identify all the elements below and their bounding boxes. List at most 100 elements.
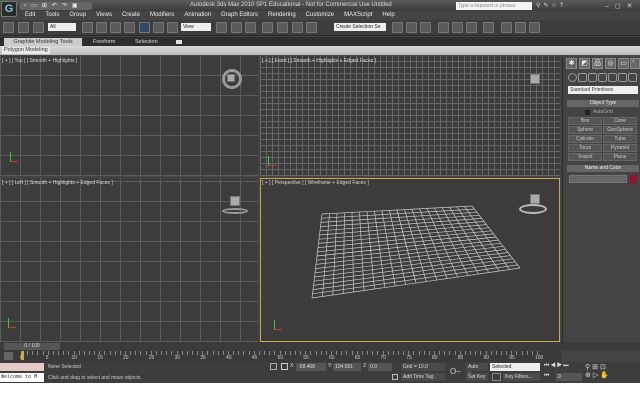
time-slider[interactable]: 0 / 100 <box>4 343 60 350</box>
time-slider-track[interactable] <box>0 342 640 351</box>
tab-graphite-modeling-tools[interactable]: Graphite Modeling Tools <box>4 38 82 46</box>
viewcube-icon[interactable] <box>530 194 540 204</box>
graphite-toggle-icon[interactable] <box>438 22 449 33</box>
create-pyramid-button[interactable]: Pyramid <box>603 144 637 152</box>
viewport-top[interactable]: [ + ] [ Top ] [ Smooth + Highlights ] <box>0 56 258 176</box>
helpers-icon[interactable] <box>608 73 617 82</box>
viewport-navigation-controls[interactable]: ⚲⊞⊡⊕▷✋ <box>585 363 611 379</box>
reference-coordinate-dropdown[interactable]: View <box>181 23 211 31</box>
new-icon[interactable]: ▫ <box>24 2 26 10</box>
menu-tools[interactable]: Tools <box>40 11 64 20</box>
create-sphere-button[interactable]: Sphere <box>568 126 602 134</box>
display-tab-icon[interactable]: ▭ <box>618 58 629 69</box>
x-coordinate-field[interactable]: -58.468 <box>296 363 326 371</box>
rectangular-selection-icon[interactable] <box>110 22 121 33</box>
search-input[interactable]: Type a keyword or phrase <box>456 2 532 10</box>
render-teapot-icon[interactable] <box>529 22 540 33</box>
create-cylinder-button[interactable]: Cylinder <box>568 135 602 143</box>
create-geosphere-button[interactable]: GeoSphere <box>603 126 637 134</box>
lock-selection-icon[interactable] <box>270 363 277 370</box>
y-coordinate-field[interactable]: 104.691 <box>333 363 361 371</box>
viewport-front[interactable]: [ + ] [ Front ] [ Smooth + Highlights + … <box>260 56 560 176</box>
menu-customize[interactable]: Customize <box>301 11 339 20</box>
window-crossing-icon[interactable] <box>124 22 135 33</box>
systems-icon[interactable] <box>628 73 637 82</box>
open-mini-curve-editor-icon[interactable] <box>4 352 13 360</box>
align-icon[interactable] <box>406 22 417 33</box>
utilities-tab-icon[interactable]: 🔨 <box>630 58 640 69</box>
z-coordinate-field[interactable]: 0.0 <box>368 363 392 371</box>
menu-maxscript[interactable]: MAXScript <box>339 11 377 20</box>
set-key-icon[interactable] <box>492 373 501 381</box>
viewcube-icon[interactable] <box>230 196 240 206</box>
select-object-icon[interactable] <box>82 22 93 33</box>
key-mode-toggle-icon[interactable]: ⏮ <box>544 373 549 380</box>
select-by-name-icon[interactable] <box>96 22 107 33</box>
project-icon[interactable]: ▣ <box>72 2 78 10</box>
motion-tab-icon[interactable]: ◎ <box>605 58 616 69</box>
current-frame-marker[interactable] <box>21 351 24 360</box>
key-filters-button[interactable]: Key Filters... <box>503 373 540 381</box>
redo-icon[interactable]: ↷ <box>62 2 67 10</box>
viewcube-icon[interactable] <box>530 74 540 84</box>
rendered-frame-icon[interactable] <box>515 22 526 33</box>
create-plane-button[interactable]: Plane <box>603 153 637 161</box>
viewport-left[interactable]: [ + ] [ Left ] [ Smooth + Highlights + E… <box>0 178 258 342</box>
object-name-input[interactable] <box>569 175 627 183</box>
hierarchy-tab-icon[interactable]: 品 <box>592 58 603 69</box>
save-icon[interactable]: ⊞ <box>42 2 47 10</box>
absolute-mode-icon[interactable] <box>281 363 288 370</box>
current-frame-field[interactable]: 0 <box>556 373 582 381</box>
window-controls[interactable]: – ◻ ✕ <box>605 2 634 10</box>
schematic-view-icon[interactable] <box>466 22 477 33</box>
primitive-category-dropdown[interactable]: Standard Primitives <box>568 86 638 94</box>
viewport-perspective[interactable]: [ + ] [ Perspective ] [ Wireframe + Edge… <box>260 178 560 342</box>
manipulate-icon[interactable] <box>231 22 242 33</box>
menu-help[interactable]: Help <box>377 11 399 20</box>
polygon-modeling-panel[interactable]: Polygon Modeling <box>2 47 50 54</box>
menu-animation[interactable]: Animation <box>179 11 216 20</box>
ribbon-minimize-icon[interactable] <box>176 40 182 44</box>
create-tab-icon[interactable]: ✱ <box>566 58 577 69</box>
create-cone-button[interactable]: Cone <box>603 117 637 125</box>
cameras-icon[interactable] <box>598 73 607 82</box>
mirror-icon[interactable] <box>392 22 403 33</box>
menu-rendering[interactable]: Rendering <box>263 11 301 20</box>
layer-manager-icon[interactable] <box>420 22 431 33</box>
key-mode-icon[interactable]: O‒ <box>450 367 461 376</box>
named-selection-sets-dropdown[interactable]: Create Selection Se <box>334 23 386 31</box>
tab-selection[interactable]: Selection <box>135 38 158 46</box>
menu-modifiers[interactable]: Modifiers <box>145 11 179 20</box>
app-logo-button[interactable]: G <box>1 1 17 17</box>
create-box-button[interactable]: Box <box>568 117 602 125</box>
menu-group[interactable]: Group <box>64 11 91 20</box>
spinner-snap-icon[interactable] <box>306 22 317 33</box>
set-key-button[interactable]: Set Key <box>466 373 488 381</box>
key-mode-dropdown[interactable]: Selected <box>490 363 540 371</box>
create-tube-button[interactable]: Tube <box>603 135 637 143</box>
link-icon[interactable] <box>3 22 14 33</box>
selection-filter-dropdown[interactable]: All <box>48 23 76 31</box>
select-and-rotate-icon[interactable] <box>153 22 164 33</box>
pivot-center-icon[interactable] <box>216 22 227 33</box>
create-teapot-button[interactable]: Teapot <box>568 153 602 161</box>
open-icon[interactable]: ▭ <box>31 2 37 10</box>
track-bar[interactable]: 0510152025303540455055606570758085909510… <box>0 351 562 362</box>
percent-snap-icon[interactable] <box>292 22 303 33</box>
angle-snap-icon[interactable] <box>277 22 288 33</box>
select-and-move-icon[interactable] <box>139 22 150 33</box>
curve-editor-icon[interactable] <box>452 22 463 33</box>
object-color-swatch[interactable] <box>630 175 637 183</box>
playback-controls[interactable]: ⏮◀▶⏭ <box>544 363 570 370</box>
undo-icon[interactable]: ↶ <box>52 2 57 10</box>
lights-icon[interactable] <box>588 73 597 82</box>
create-torus-button[interactable]: Torus <box>568 144 602 152</box>
menu-graph-editors[interactable]: Graph Editors <box>216 11 263 20</box>
space-warps-icon[interactable] <box>618 73 627 82</box>
auto-key-button[interactable]: Auto Key <box>466 363 488 371</box>
keyboard-shortcut-icon[interactable] <box>245 22 256 33</box>
render-setup-icon[interactable] <box>501 22 512 33</box>
maxscript-listener-top[interactable] <box>0 363 44 371</box>
bind-space-warp-icon[interactable] <box>33 22 44 33</box>
select-and-scale-icon[interactable] <box>167 22 178 33</box>
